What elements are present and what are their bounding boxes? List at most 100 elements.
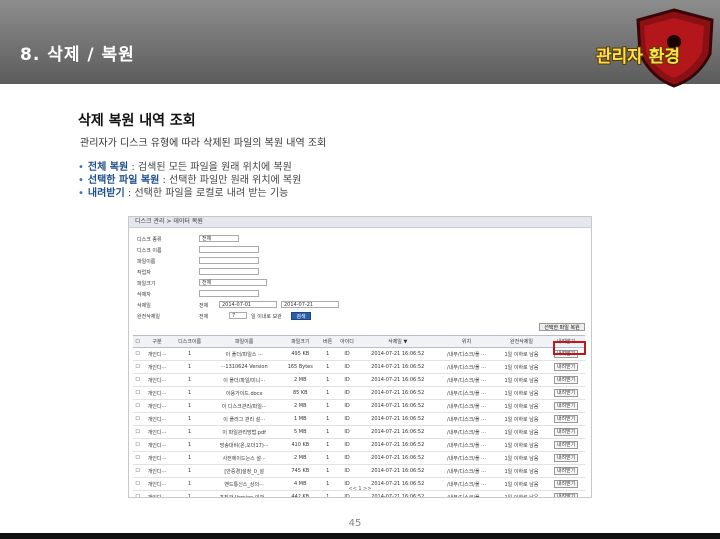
period-all-radio[interactable]: 전체 bbox=[199, 302, 208, 309]
admin-badge: 관리자 환경 bbox=[588, 6, 716, 88]
table-cell: /내부/디스크/폴 ··· bbox=[437, 347, 496, 361]
table-cell: 1일 이하로 남음 bbox=[495, 464, 548, 478]
table-cell: ID bbox=[335, 451, 359, 465]
download-button[interactable]: 내려받기 bbox=[553, 467, 579, 475]
owner-input[interactable] bbox=[199, 268, 259, 275]
table-cell: /내부/디스크/폴 ··· bbox=[437, 360, 496, 374]
table-cell: 1 bbox=[171, 373, 208, 387]
row-checkbox[interactable]: ☐ bbox=[133, 386, 143, 400]
download-button[interactable]: 내려받기 bbox=[553, 376, 579, 384]
table-row: ☐ 개인디··· 1 [안중경]설정_0_설 745 KB 1 ID 2014-07-21 1… bbox=[133, 464, 585, 478]
file-name-input[interactable] bbox=[199, 257, 259, 264]
section-description: 관리자가 디스크 유형에 따라 삭제된 파일의 복원 내역 조회 bbox=[80, 138, 327, 149]
slide-header: 8. 삭제 / 복원 관리자 환경 bbox=[0, 0, 720, 88]
keep-days-input[interactable]: 7 bbox=[229, 312, 247, 319]
download-cell: 내려받기 bbox=[547, 412, 585, 426]
date-to-input[interactable]: 2014-07-21 bbox=[281, 301, 339, 308]
table-cell: 1 MB bbox=[280, 412, 320, 426]
sort-deleted-date[interactable]: 삭제일 ▼ bbox=[358, 335, 438, 348]
table-cell: 2 MB bbox=[280, 451, 320, 465]
download-cell: 내려받기 bbox=[547, 451, 585, 465]
download-button[interactable]: 내려받기 bbox=[553, 428, 579, 436]
bullet-icon: • bbox=[78, 188, 84, 199]
restore-selected-button[interactable]: 선택한 파일 복원 bbox=[539, 323, 585, 331]
table-cell: 2014-07-21 16:06:52 bbox=[358, 464, 438, 478]
table-cell: 사전에이드는스 설··· bbox=[207, 451, 281, 465]
download-button[interactable]: 내려받기 bbox=[553, 389, 579, 397]
form-row-owner: 작업자 bbox=[129, 267, 591, 278]
row-checkbox[interactable]: ☐ bbox=[133, 425, 143, 439]
table-cell: 2014-07-21 16:06:52 bbox=[358, 399, 438, 413]
table-cell: 1 bbox=[319, 386, 336, 400]
table-cell: 2014-07-21 16:06:52 bbox=[358, 412, 438, 426]
table-row: ☐ 개인디··· 1 사전에이드는스 설··· 2 MB 1 ID 2014-07-21 16… bbox=[133, 451, 585, 465]
download-cell: 내려받기 bbox=[547, 373, 585, 387]
table-cell: 1 bbox=[319, 438, 336, 452]
table-cell: ID bbox=[335, 425, 359, 439]
table-cell: 1 bbox=[319, 464, 336, 478]
table-cell: ID bbox=[335, 438, 359, 452]
row-checkbox[interactable]: ☐ bbox=[133, 373, 143, 387]
download-cell: 내려받기 bbox=[547, 438, 585, 452]
table-cell: 2014-07-21 16:06:52 bbox=[358, 438, 438, 452]
table-cell: 1일 이하로 남음 bbox=[495, 347, 548, 361]
form-row-period: 삭제일 전체 2014-07-01 2014-07-21 bbox=[129, 300, 591, 311]
keep-all-radio[interactable]: 전체 bbox=[199, 313, 208, 320]
row-checkbox[interactable]: ☐ bbox=[133, 451, 143, 465]
download-button[interactable]: 내려받기 bbox=[553, 415, 579, 423]
row-checkbox[interactable]: ☐ bbox=[133, 412, 143, 426]
row-checkbox[interactable]: ☐ bbox=[133, 347, 143, 361]
form-row-disk-type: 디스크 종류 전체 bbox=[129, 234, 591, 245]
deleted-files-table: ☐ 구분 디스크이름 파일이름 파일크기 버튼 아이디 삭제일 ▼ 위치 완전삭… bbox=[133, 335, 585, 497]
form-row-file-name: 파일이름 bbox=[129, 256, 591, 267]
table-cell: 85 KB bbox=[280, 386, 320, 400]
download-button[interactable]: 내려받기 bbox=[553, 363, 579, 371]
table-cell: 개인디··· bbox=[142, 386, 172, 400]
download-cell: 내려받기 bbox=[547, 425, 585, 439]
table-cell: 개인디··· bbox=[142, 347, 172, 361]
table-cell: 개인디··· bbox=[142, 438, 172, 452]
bottom-bar bbox=[0, 533, 720, 539]
deleter-input[interactable] bbox=[199, 290, 259, 297]
section-title: 삭제 복원 내역 조회 bbox=[78, 113, 196, 129]
table-cell: 이 디스크관리/파일··· bbox=[207, 399, 281, 413]
table-cell: /내부/디스크/폴 ··· bbox=[437, 412, 496, 426]
table-cell: 495 KB bbox=[280, 347, 320, 361]
download-cell: 내려받기 bbox=[547, 386, 585, 400]
table-header-row: ☐ 구분 디스크이름 파일이름 파일크기 버튼 아이디 삭제일 ▼ 위치 완전삭… bbox=[133, 335, 585, 348]
table-cell: 이 플러그 관리 설··· bbox=[207, 412, 281, 426]
form-row-deleter: 삭제자 bbox=[129, 289, 591, 300]
table-cell: 2014-07-21 16:06:52 bbox=[358, 451, 438, 465]
disk-type-select[interactable]: 전체 bbox=[199, 235, 239, 242]
pagination[interactable]: << 1 >> bbox=[129, 486, 591, 492]
download-button[interactable]: 내려받기 bbox=[553, 402, 579, 410]
row-checkbox[interactable]: ☐ bbox=[133, 360, 143, 374]
download-button[interactable]: 내려받기 bbox=[553, 493, 579, 497]
row-checkbox[interactable]: ☐ bbox=[133, 438, 143, 452]
date-from-input[interactable]: 2014-07-01 bbox=[219, 301, 277, 308]
table-cell: 2014-07-21 16:06:52 bbox=[358, 373, 438, 387]
row-checkbox[interactable]: ☐ bbox=[133, 399, 143, 413]
table-cell: 개인디··· bbox=[142, 464, 172, 478]
download-button[interactable]: 내려받기 bbox=[553, 454, 579, 462]
table-cell: 개인디··· bbox=[142, 373, 172, 387]
table-cell: ID bbox=[335, 386, 359, 400]
table-cell: 165 Bytes bbox=[280, 360, 320, 374]
table-row: ☐ 개인디··· 1 이 플러그 관리 설··· 1 MB 1 ID 2014-07-21 1… bbox=[133, 412, 585, 426]
table-cell: 이 파일관리방법.pdf bbox=[207, 425, 281, 439]
table-cell: 2014-07-21 16:06:52 bbox=[358, 360, 438, 374]
table-cell: 2 MB bbox=[280, 373, 320, 387]
highlight-box bbox=[553, 341, 586, 355]
table-cell: 1일 이하로 남음 bbox=[495, 425, 548, 439]
file-size-select[interactable]: 전체 bbox=[199, 279, 267, 286]
search-button[interactable]: 검색 bbox=[291, 312, 311, 320]
download-button[interactable]: 내려받기 bbox=[553, 441, 579, 449]
disk-name-input[interactable] bbox=[199, 246, 259, 253]
breadcrumb: 디스크 관리 > 데이터 복원 bbox=[129, 217, 591, 228]
table-cell: 1일 이하로 남음 bbox=[495, 451, 548, 465]
feature-item: • 내려받기 : 선택한 파일을 로컬로 내려 받는 기능 bbox=[78, 188, 289, 199]
table-cell: 1 bbox=[171, 347, 208, 361]
admin-badge-label: 관리자 환경 bbox=[595, 47, 681, 67]
select-all-checkbox[interactable]: ☐ bbox=[133, 335, 143, 348]
row-checkbox[interactable]: ☐ bbox=[133, 464, 143, 478]
